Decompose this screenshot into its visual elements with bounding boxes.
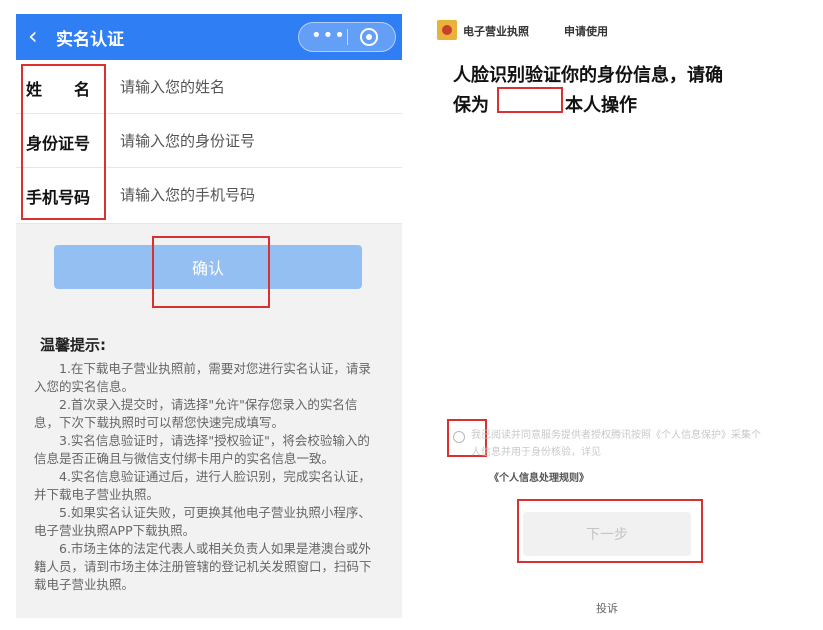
- more-icon[interactable]: •••: [311, 27, 345, 46]
- chevron-left-icon[interactable]: ‹: [28, 24, 48, 48]
- mini-program-capsule: •••: [298, 22, 396, 52]
- phone-input[interactable]: [120, 180, 390, 210]
- tips-title: 温馨提示:: [40, 336, 106, 354]
- id-number-label: 身份证号: [26, 134, 91, 153]
- heading-suffix: 本人操作: [565, 95, 637, 116]
- target-circle-icon[interactable]: [360, 28, 378, 46]
- name-label: 姓 名: [26, 80, 91, 99]
- complaint-link[interactable]: 投诉: [596, 600, 618, 616]
- tip-item: 3.实名信息验证时，请选择"授权验证"，将会校验输入的信息是否正确且与微信支付绑…: [34, 433, 370, 466]
- tips-list: 1.在下载电子营业执照前，需要对您进行实名认证，请录入您的实名信息。 2.首次录…: [34, 360, 379, 594]
- name-input[interactable]: [120, 72, 390, 102]
- app-request-label: 申请使用: [564, 25, 608, 38]
- tip-item: 6.市场主体的法定代表人或相关负责人如果是港澳台或外籍人员，请到市场主体注册管辖…: [34, 541, 372, 592]
- business-license-logo-icon: [437, 20, 457, 40]
- real-name-auth-panel: ‹ 实名认证 ••• 姓 名 身份证号 手机号码 确认 温馨提示: 1.在下载电…: [16, 14, 402, 618]
- next-step-button[interactable]: 下一步: [523, 512, 691, 556]
- id-number-row: 身份证号: [16, 114, 402, 168]
- name-row: 姓 名: [16, 60, 402, 114]
- tip-item: 4.实名信息验证通过后，进行人脸识别，完成实名认证，并下载电子营业执照。: [34, 469, 371, 502]
- tip-item: 2.首次录入提交时，请选择"允许"保存您录入的实名信息，下次下载执照时可以帮您快…: [34, 397, 358, 430]
- app-name: 电子营业执照: [463, 25, 529, 38]
- heading-prefix: 保为: [453, 95, 489, 116]
- face-verify-heading: 人脸识别验证你的身份信息，请确: [453, 65, 723, 86]
- masked-name-highlight-box: [497, 87, 563, 113]
- phone-label: 手机号码: [26, 188, 91, 207]
- phone-row: 手机号码: [16, 168, 402, 224]
- consent-radio[interactable]: [453, 431, 465, 443]
- confirm-button[interactable]: 确认: [54, 245, 362, 289]
- page-title: 实名认证: [56, 30, 124, 50]
- consent-text: 我已阅读并同意服务提供者授权腾讯按照《个人信息保护》采集个人信息并用于身份核验，…: [471, 430, 761, 458]
- nav-header: ‹ 实名认证 •••: [16, 14, 402, 60]
- id-number-input[interactable]: [120, 126, 390, 156]
- capsule-divider: [347, 29, 348, 45]
- tip-item: 1.在下载电子营业执照前，需要对您进行实名认证，请录入您的实名信息。: [34, 361, 371, 394]
- tip-item: 5.如果实名认证失败，可更换其他电子营业执照小程序、电子营业执照APP下载执照。: [34, 505, 371, 538]
- privacy-rules-link[interactable]: 《个人信息处理规则》: [489, 469, 589, 484]
- face-verify-panel: 电子营业执照 申请使用 人脸识别验证你的身份信息，请确 保为 本人操作 我已阅读…: [431, 14, 782, 618]
